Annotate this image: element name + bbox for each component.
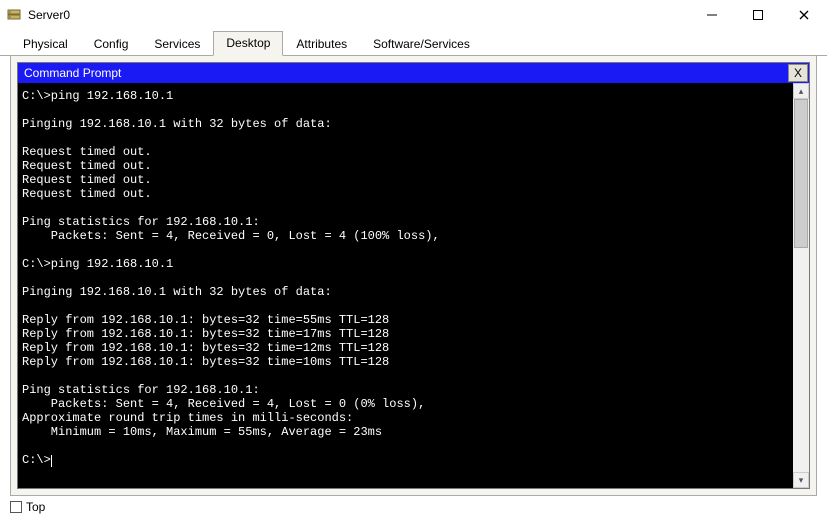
- server-icon: [6, 7, 22, 23]
- tab-services[interactable]: Services: [141, 32, 213, 56]
- cursor: [51, 455, 52, 467]
- command-prompt-body-wrap: C:\>ping 192.168.10.1 Pinging 192.168.10…: [18, 83, 809, 488]
- tab-software-services[interactable]: Software/Services: [360, 32, 483, 56]
- scroll-thumb[interactable]: [794, 99, 808, 248]
- command-prompt-titlebar: Command Prompt X: [18, 63, 809, 83]
- window-buttons: [689, 0, 827, 30]
- tab-config[interactable]: Config: [81, 32, 142, 56]
- top-label: Top: [26, 500, 45, 514]
- command-prompt-window: Command Prompt X C:\>ping 192.168.10.1 P…: [17, 62, 810, 489]
- maximize-button[interactable]: [735, 0, 781, 30]
- tab-desktop[interactable]: Desktop: [213, 31, 283, 56]
- scroll-track[interactable]: [793, 99, 809, 472]
- scroll-up-icon[interactable]: ▴: [793, 83, 809, 99]
- scrollbar[interactable]: ▴ ▾: [793, 83, 809, 488]
- window-titlebar: Server0: [0, 0, 827, 30]
- scroll-down-icon[interactable]: ▾: [793, 472, 809, 488]
- command-prompt-output[interactable]: C:\>ping 192.168.10.1 Pinging 192.168.10…: [18, 83, 793, 488]
- tab-bar: Physical Config Services Desktop Attribu…: [0, 30, 827, 56]
- minimize-button[interactable]: [689, 0, 735, 30]
- close-button[interactable]: [781, 0, 827, 30]
- window-title: Server0: [28, 8, 689, 22]
- tab-physical[interactable]: Physical: [10, 32, 81, 56]
- command-prompt-title: Command Prompt: [24, 66, 787, 80]
- desktop-panel: Command Prompt X C:\>ping 192.168.10.1 P…: [10, 56, 817, 496]
- top-checkbox[interactable]: [10, 501, 22, 513]
- tab-attributes[interactable]: Attributes: [283, 32, 360, 56]
- command-prompt-close-button[interactable]: X: [788, 64, 808, 82]
- footer: Top: [0, 496, 827, 514]
